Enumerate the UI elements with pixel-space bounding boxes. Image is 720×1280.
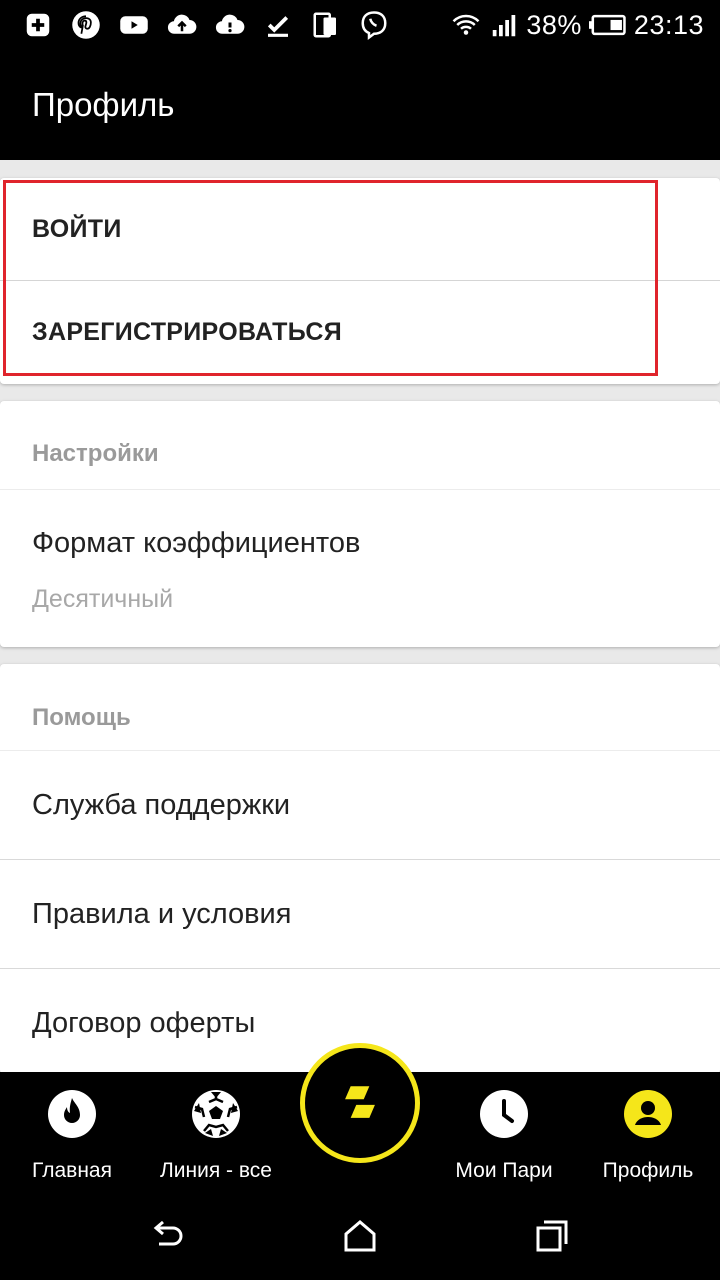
help-card: Помощь Служба поддержки Правила и услови… xyxy=(0,664,720,1074)
system-back-button[interactable] xyxy=(137,1206,197,1266)
signal-icon xyxy=(488,9,520,41)
brand-logo-icon xyxy=(345,1086,375,1118)
system-status: 38% 23:13 xyxy=(450,9,704,41)
nav-label-my-bets: Мои Пари xyxy=(455,1159,553,1182)
back-arrow-icon xyxy=(153,1220,183,1246)
support-service-item[interactable]: Служба поддержки xyxy=(0,750,720,859)
auth-card: ВОЙТИ ЗАРЕГИСТРИРОВАТЬСЯ xyxy=(0,178,720,384)
viber-icon xyxy=(358,9,390,41)
app-header: Профиль xyxy=(0,50,720,160)
help-section-title: Помощь xyxy=(32,704,131,731)
cloud-upload-icon xyxy=(166,9,198,41)
nav-item-line-all[interactable]: Линия - все xyxy=(144,1072,288,1192)
odds-format-item[interactable]: Формат коэффициентов Десятичный xyxy=(0,489,720,647)
flame-icon xyxy=(48,1090,96,1138)
login-button[interactable]: ВОЙТИ xyxy=(0,178,720,281)
battery-percent: 38% xyxy=(526,9,582,40)
profile-icon xyxy=(624,1090,672,1138)
nav-label-home: Главная xyxy=(32,1159,112,1182)
odds-format-value: Десятичный xyxy=(32,585,174,613)
clock-icon xyxy=(480,1090,528,1138)
nav-item-my-bets[interactable]: Мои Пари xyxy=(432,1072,576,1192)
home-icon xyxy=(344,1220,376,1252)
register-button[interactable]: ЗАРЕГИСТРИРОВАТЬСЯ xyxy=(0,281,720,384)
recent-apps-icon xyxy=(536,1220,568,1252)
settings-card: Настройки Формат коэффициентов Десятичны… xyxy=(0,401,720,647)
system-home-button[interactable] xyxy=(330,1206,390,1266)
system-navigation-bar xyxy=(0,1192,720,1280)
settings-section-title: Настройки xyxy=(32,440,159,467)
pinterest-icon xyxy=(70,9,102,41)
notification-icons xyxy=(22,9,390,41)
page-title: Профиль xyxy=(32,86,175,123)
clock-time: 23:13 xyxy=(633,9,704,40)
odds-format-label: Формат коэффициентов xyxy=(32,527,361,559)
system-recent-apps-button[interactable] xyxy=(522,1206,582,1266)
status-bar: 38% 23:13 xyxy=(0,0,720,50)
battery-icon xyxy=(588,9,628,41)
youtube-icon xyxy=(118,9,150,41)
nav-item-home[interactable]: Главная xyxy=(0,1072,144,1192)
terms-and-conditions-item[interactable]: Правила и условия xyxy=(0,859,720,968)
wifi-icon xyxy=(450,9,482,41)
soccer-ball-icon xyxy=(192,1090,240,1138)
add-app-icon xyxy=(22,9,54,41)
dual-screen-icon xyxy=(310,9,342,41)
nav-label-line-all: Линия - все xyxy=(160,1159,272,1182)
center-brand-button[interactable] xyxy=(300,1043,420,1163)
download-done-icon xyxy=(262,9,294,41)
nav-label-profile: Профиль xyxy=(602,1159,694,1182)
cloud-alert-icon xyxy=(214,9,246,41)
nav-item-profile[interactable]: Профиль xyxy=(576,1072,720,1192)
